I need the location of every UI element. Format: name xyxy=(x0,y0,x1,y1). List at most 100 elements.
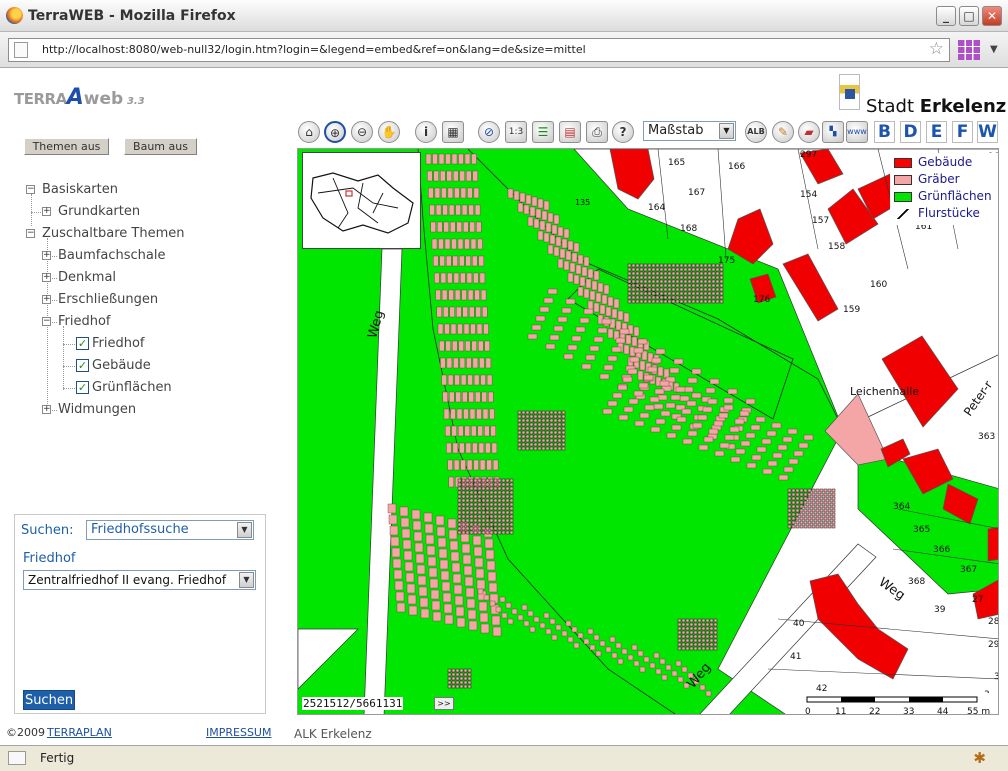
grave-plot xyxy=(533,446,538,451)
expand-icon[interactable]: + xyxy=(42,295,51,304)
grave-plot xyxy=(464,340,471,352)
zoom-out-icon[interactable]: ⊖ xyxy=(351,121,373,143)
home-icon[interactable]: ⌂ xyxy=(298,121,320,143)
help-icon[interactable]: ? xyxy=(612,121,634,143)
letter-b-button[interactable]: B xyxy=(874,121,895,143)
grave-plot xyxy=(639,283,644,288)
grave-plot xyxy=(807,508,812,513)
letter-e-button[interactable]: E xyxy=(926,121,947,143)
grave-plot xyxy=(458,340,464,352)
grave-plot xyxy=(561,438,566,443)
eraser-icon[interactable]: ▰ xyxy=(798,121,820,143)
chevron-down-icon[interactable]: ▼ xyxy=(239,572,254,588)
grave-plot xyxy=(553,422,558,427)
overview-map[interactable] xyxy=(302,152,421,249)
grave-plot xyxy=(493,506,498,511)
grave-plot xyxy=(655,291,660,296)
grave-plot xyxy=(639,666,646,673)
addon-grid-icon[interactable] xyxy=(958,40,980,60)
coord-toggle-button[interactable]: >> xyxy=(434,697,454,710)
grave-plot xyxy=(685,646,690,651)
grave-plot xyxy=(713,626,718,631)
grave-plot xyxy=(465,522,470,527)
grave-plot xyxy=(469,486,474,491)
impressum-link[interactable]: IMPRESSUM xyxy=(206,726,271,739)
expand-icon[interactable]: + xyxy=(42,207,51,216)
friedhof-select[interactable]: Zentralfriedhof II evang. Friedhof ▼ xyxy=(23,570,256,590)
search-mode-select[interactable]: Friedhofssuche ▼ xyxy=(86,520,254,540)
grave-plot xyxy=(651,271,656,276)
legend-icon[interactable]: ☰ xyxy=(532,121,554,143)
checkbox-checked[interactable]: ✓ xyxy=(76,381,89,394)
star-icon[interactable]: ☆ xyxy=(929,39,944,59)
grave-plot xyxy=(517,410,522,415)
themen-aus-button[interactable]: Themen aus xyxy=(24,138,109,155)
www-icon[interactable]: www xyxy=(846,121,868,143)
map-view[interactable]: Weg Weg Weg Leichenhalle Peter-r 135 165 166 167… xyxy=(297,148,999,715)
letter-w-button[interactable]: W xyxy=(977,121,998,143)
url-text[interactable]: http://localhost:8080/web-null32/login.h… xyxy=(42,43,586,56)
collapse-icon[interactable]: − xyxy=(26,185,35,194)
zoom-in-icon[interactable]: ⊕ xyxy=(324,121,346,143)
baum-aus-button[interactable]: Baum aus xyxy=(124,138,197,155)
print-icon[interactable]: ⎙ xyxy=(586,121,608,143)
grave-plot xyxy=(453,357,459,369)
grave-plot xyxy=(525,414,530,419)
minimize-button[interactable]: _ xyxy=(936,6,956,26)
grave-plot xyxy=(723,397,734,404)
letter-f-button[interactable]: F xyxy=(952,121,973,143)
grave-plot xyxy=(537,434,542,439)
no-select-icon[interactable]: ⊘ xyxy=(478,121,500,143)
collapse-icon[interactable]: − xyxy=(42,317,51,326)
grave-plot xyxy=(827,520,832,525)
close-button[interactable]: ✕ xyxy=(982,6,1002,26)
grave-plot xyxy=(823,496,828,501)
select-icon[interactable]: ▦ xyxy=(442,121,464,143)
collapse-icon[interactable]: − xyxy=(26,229,35,238)
terraplan-link[interactable]: TERRAPLAN xyxy=(47,726,112,739)
grave-plot xyxy=(571,335,582,342)
letter-d-button[interactable]: D xyxy=(900,121,921,143)
info-icon[interactable]: i xyxy=(415,121,437,143)
grave-plot xyxy=(469,514,474,519)
expand-icon[interactable]: + xyxy=(42,405,51,414)
checkbox-checked[interactable]: ✓ xyxy=(76,337,89,350)
grave-plot xyxy=(469,408,476,420)
chevron-down-icon[interactable]: ▼ xyxy=(237,522,252,538)
grave-plot xyxy=(831,496,836,501)
grave-plot xyxy=(750,424,761,431)
chevron-down-icon[interactable]: ▼ xyxy=(719,123,734,139)
edit-pencil-icon[interactable]: ✎ xyxy=(772,121,794,143)
grave-plot xyxy=(699,271,704,276)
chevron-down-icon[interactable]: ▼ xyxy=(990,44,998,55)
url-bar[interactable]: http://localhost:8080/web-null32/login.h… xyxy=(8,38,950,62)
grave-plot xyxy=(673,358,684,365)
grave-plot xyxy=(469,490,474,495)
grid-icon[interactable]: ▚ xyxy=(822,121,844,143)
grave-plot xyxy=(557,414,562,419)
grave-plot xyxy=(481,510,486,515)
expand-icon[interactable]: + xyxy=(42,273,51,282)
grave-plot xyxy=(617,658,624,665)
pan-hand-icon[interactable]: ✋ xyxy=(378,121,400,143)
grave-plot xyxy=(465,442,472,454)
grave-plot xyxy=(533,218,540,229)
alb-icon[interactable]: ALB xyxy=(745,121,767,143)
grave-plot xyxy=(461,498,466,503)
grave-plot xyxy=(631,287,636,292)
firebug-icon[interactable]: ✱ xyxy=(973,749,986,767)
grave-plot xyxy=(583,256,590,267)
grave-plot xyxy=(485,494,490,499)
grave-plot xyxy=(799,512,804,517)
measure-icon[interactable]: 1:3 xyxy=(505,121,527,143)
expand-icon[interactable]: + xyxy=(42,251,51,260)
grave-plot xyxy=(535,315,546,322)
suchen-button[interactable]: Suchen xyxy=(23,690,75,710)
checkbox-checked[interactable]: ✓ xyxy=(76,359,89,372)
layers-icon[interactable]: ▤ xyxy=(559,121,581,143)
maximize-button[interactable]: □ xyxy=(959,6,979,26)
grave-plot xyxy=(681,622,686,627)
scale-select[interactable]: Maßstab ▼ xyxy=(643,121,736,141)
grave-plot xyxy=(695,279,700,284)
grave-plot xyxy=(603,364,614,371)
